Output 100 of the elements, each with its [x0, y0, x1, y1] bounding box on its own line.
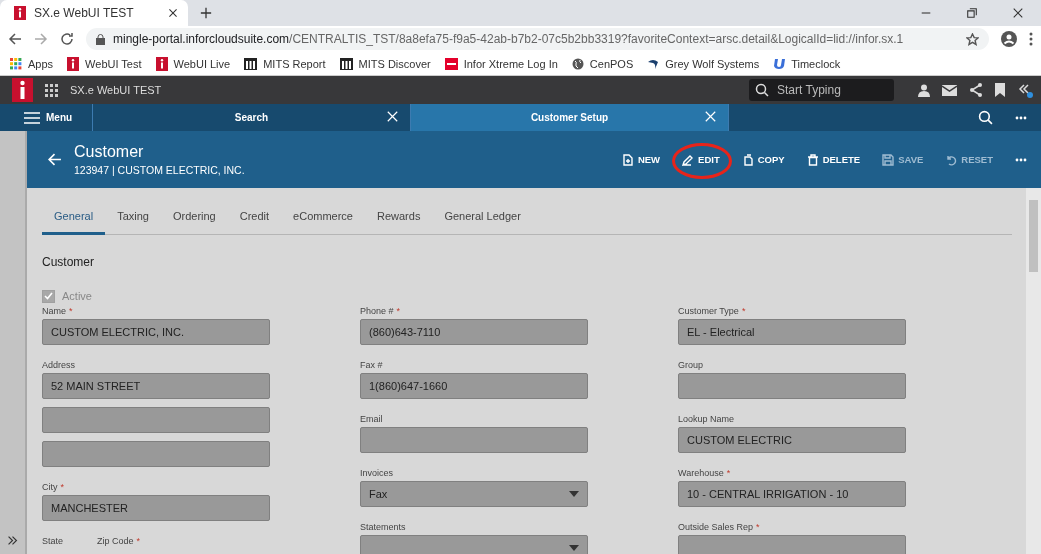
section-title: Customer: [42, 255, 95, 269]
field-label: Customer Type *: [678, 306, 747, 318]
logo-icon: [12, 78, 33, 102]
field-label: Statements: [360, 522, 407, 534]
form-tab[interactable]: Rewards: [365, 203, 433, 235]
reload-icon[interactable]: [60, 32, 74, 46]
input-field[interactable]: MANCHESTER: [42, 495, 270, 521]
collapse-icon[interactable]: [1017, 82, 1033, 98]
app-grid-icon[interactable]: [45, 83, 58, 97]
logo-icon: [339, 57, 353, 70]
expand-icon[interactable]: [7, 535, 18, 546]
bookmark-link[interactable]: MITS Discover: [339, 57, 431, 70]
input-field[interactable]: [42, 407, 270, 433]
field-label: Name *: [42, 306, 74, 318]
globe-icon: [571, 57, 584, 70]
undo-icon: [945, 153, 958, 166]
input-field[interactable]: [678, 535, 906, 554]
field-label: Invoices: [360, 468, 395, 480]
bookmark-link[interactable]: Apps: [10, 57, 54, 70]
bookmark-link[interactable]: MITS Report: [244, 57, 326, 70]
trash-icon: [806, 153, 819, 166]
form-tab[interactable]: Ordering: [160, 203, 228, 235]
field-label: Email: [360, 414, 384, 426]
nav-tab[interactable]: Customer Setup: [411, 104, 729, 131]
field-label: Outside Sales Rep *: [678, 522, 761, 534]
search-input[interactable]: Start Typing: [775, 82, 888, 98]
input-field[interactable]: (860)643-7110: [360, 319, 588, 345]
field-label: Zip Code *: [97, 536, 141, 548]
field-label: Warehouse *: [678, 468, 732, 480]
search-bar[interactable]: Start Typing: [749, 79, 894, 101]
form-tab[interactable]: General Ledger: [432, 203, 533, 235]
form-tab[interactable]: General: [42, 203, 106, 235]
logo-icon: [444, 57, 458, 70]
input-field[interactable]: 52 MAIN STREET: [42, 373, 270, 399]
input-field[interactable]: [678, 373, 906, 399]
dropdown[interactable]: Fax: [360, 481, 588, 507]
checkbox[interactable]: [42, 289, 55, 303]
new-button[interactable]: NEW: [621, 153, 661, 166]
required-asterisk: *: [741, 306, 746, 316]
mail-icon[interactable]: [942, 84, 957, 96]
input-field[interactable]: CUSTOM ELECTRIC: [678, 427, 906, 453]
logo-icon: [773, 57, 786, 70]
bookmark-link[interactable]: CenPOS: [571, 57, 634, 70]
form-tab[interactable]: eCommerce: [281, 203, 365, 235]
bookmark-link[interactable]: WebUI Live: [155, 56, 231, 71]
logo-icon: [14, 6, 26, 20]
record-subtitle: 123947 | CUSTOM ELECTRIC, INC.: [74, 164, 245, 176]
form-tab[interactable]: Credit: [227, 203, 282, 235]
input-field[interactable]: 1(860)647-1660: [360, 373, 588, 399]
copy-icon: [741, 153, 754, 166]
scrollbar[interactable]: [1026, 188, 1041, 554]
input-field[interactable]: [42, 441, 270, 467]
logo-icon: [244, 57, 258, 70]
bookmark-link[interactable]: WebUI Test: [67, 56, 142, 71]
browser-tab[interactable]: SX.e WebUI TEST: [0, 0, 188, 26]
app-title: SX.e WebUI TEST: [70, 84, 162, 96]
address-bar[interactable]: mingle-portal.inforcloudsuite.com/CENTRALTIS_TST/8a8efa75-f9a5-42ab-b7b2-07c5b2bb3319?favoriteContext=arsc.detail&LogicalId=lid://infor.sx.1: [86, 28, 989, 50]
required-asterisk: *: [69, 306, 73, 316]
new-document-icon: [621, 153, 634, 166]
bookmark-link[interactable]: Grey Wolf Systems: [647, 57, 760, 70]
input-field[interactable]: 10 - CENTRAL IRRIGATION - 10: [678, 481, 906, 507]
caret-icon: [569, 545, 579, 551]
field-label: Address: [42, 360, 77, 372]
caret-icon: [569, 491, 579, 497]
input-field[interactable]: [360, 427, 588, 453]
field-label: State: [42, 536, 63, 548]
swoosh-icon: [647, 57, 660, 70]
logo-icon: [155, 56, 168, 71]
edit-button[interactable]: EDIT: [682, 153, 720, 166]
search-icon: [755, 83, 769, 97]
more-vertical-icon[interactable]: [1029, 32, 1033, 46]
apps-grid-icon: [10, 57, 22, 70]
url-text: mingle-portal.inforcloudsuite.com/CENTRALTIS_TST/8a8efa75-f9a5-42ab-b7b2-07c5b2bb3319?favoriteContext=arsc.detail&LogicalId=lid://infor.sx.1: [113, 32, 904, 46]
profile-icon[interactable]: [1001, 31, 1017, 47]
bookmark-link[interactable]: Infor Xtreme Log In: [444, 57, 558, 70]
search-icon[interactable]: [978, 110, 993, 125]
required-asterisk: *: [726, 468, 731, 478]
star-icon[interactable]: [966, 32, 979, 46]
save-icon: [882, 153, 895, 166]
bookmark-link[interactable]: Timeclock: [773, 57, 841, 70]
share-icon[interactable]: [969, 83, 983, 97]
copy-button[interactable]: COPY: [741, 153, 785, 166]
close-icon[interactable]: [168, 8, 178, 18]
field-label: Fax #: [360, 360, 384, 372]
pencil-icon: [682, 153, 695, 166]
more-icon[interactable]: [1015, 115, 1027, 120]
more-icon[interactable]: [1015, 157, 1027, 162]
delete-button[interactable]: DELETE: [806, 153, 861, 166]
input-field[interactable]: EL - Electrical: [678, 319, 906, 345]
bookmark-icon[interactable]: [995, 83, 1005, 97]
back-arrow-icon[interactable]: [8, 32, 22, 46]
plus-icon[interactable]: [200, 7, 212, 19]
form-tab[interactable]: Taxing: [105, 203, 161, 235]
user-icon[interactable]: [918, 83, 930, 97]
record-title: Customer: [74, 143, 145, 161]
checkbox-label: Active: [62, 290, 92, 302]
field-label: Lookup Name: [678, 414, 736, 426]
required-asterisk: *: [756, 522, 760, 532]
field-label: Group: [678, 360, 704, 372]
input-field[interactable]: CUSTOM ELECTRIC, INC.: [42, 319, 270, 345]
